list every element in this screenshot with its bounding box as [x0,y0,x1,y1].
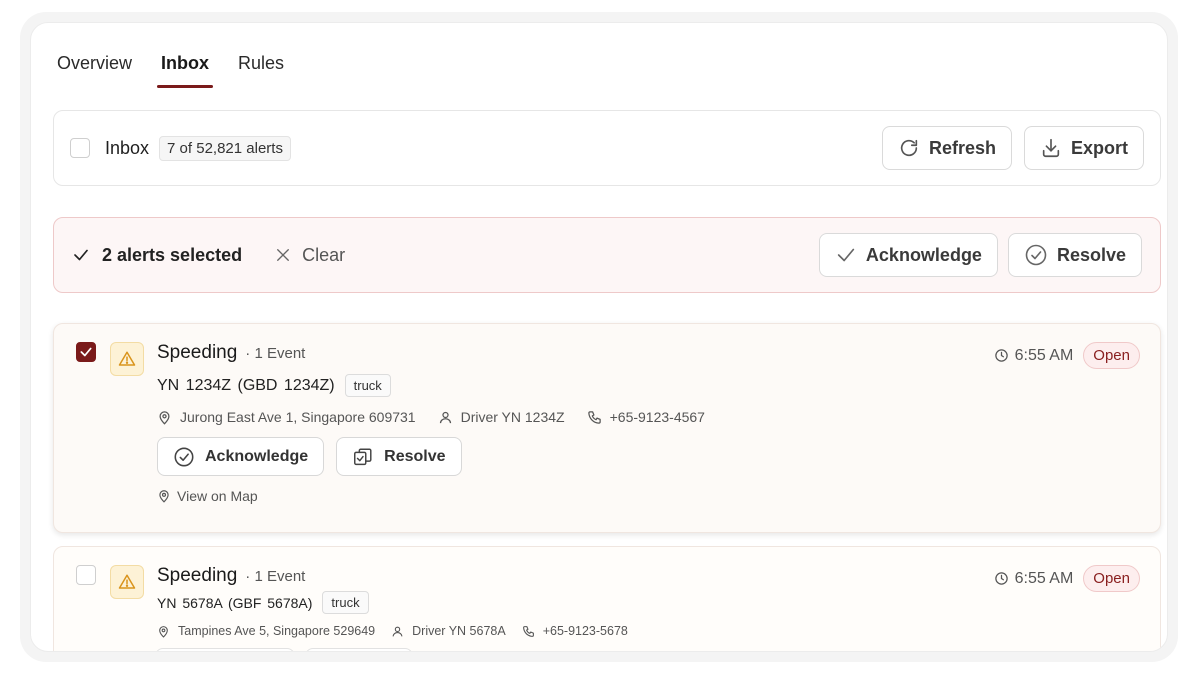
refresh-icon [898,137,920,159]
check-circle-icon [1024,243,1048,267]
alert-card[interactable]: Speeding · 1 Event YN 1234Z (GBD 1234Z) … [53,323,1161,533]
bulk-resolve-label: Resolve [1056,244,1126,265]
alert-checkbox[interactable] [76,565,96,585]
alert-location: Tampines Ave 5, Singapore 529649 [178,624,376,638]
alert-phone[interactable]: +65-9123-5678 [543,624,628,638]
view-on-map-link[interactable]: View on Map [157,488,258,504]
tab-bar: Overview Inbox Rules [53,43,309,88]
selection-bar: 2 alerts selected Clear Acknowledge Reso… [53,217,1161,293]
status-badge: Open [1083,342,1140,369]
alert-title: Speeding [157,342,238,363]
alert-location: Jurong East Ave 1, Singapore 609731 [180,409,416,425]
bulk-actions: Acknowledge Resolve [818,233,1142,277]
alert-event-count: · 1 Event [245,345,306,362]
inbox-header: Inbox 7 of 52,821 alerts Refresh Export [53,110,1161,186]
export-button[interactable]: Export [1023,126,1144,170]
main-panel: Overview Inbox Rules Inbox 7 of 52,821 a… [30,22,1168,652]
view-on-map-label: View on Map [177,488,258,504]
alert-event-count: · 1 Event [245,568,306,585]
alert-driver: Driver YN 1234Z [460,409,565,425]
phone-icon [522,625,535,638]
vehicle-id: YN 1234Z (GBD 1234Z) [157,376,335,394]
refresh-button[interactable]: Refresh [881,126,1012,170]
resolve-label: Resolve [384,447,446,465]
select-all-checkbox[interactable] [70,138,90,158]
alert-card[interactable]: Speeding · 1 Event YN 5678A (GBF 5678A) … [53,546,1161,651]
alert-meta-right: 6:55 AM Open [994,565,1140,592]
alert-title: Speeding [157,565,238,586]
alert-time: 6:55 AM [1014,569,1074,587]
app-frame: Overview Inbox Rules Inbox 7 of 52,821 a… [20,12,1178,662]
map-pin-icon [157,410,172,425]
check-icon [72,246,90,264]
alert-count-badge: 7 of 52,821 alerts [159,135,291,161]
tab-rules[interactable]: Rules [234,43,288,88]
inbox-actions: Refresh Export [881,126,1144,170]
alert-phone[interactable]: +65-9123-4567 [610,409,705,425]
user-icon [391,625,404,638]
inbox-title: Inbox [105,137,150,158]
copy-check-icon [352,446,374,468]
resolve-button[interactable]: Resolve [336,437,462,476]
warning-icon [110,342,144,376]
clock-icon [994,571,1009,586]
clear-label: Clear [302,244,346,265]
refresh-label: Refresh [928,137,996,158]
acknowledge-button[interactable] [155,648,295,651]
resolve-button[interactable] [305,648,413,651]
vehicle-type-tag: truck [322,591,369,614]
alert-time: 6:55 AM [1014,346,1074,364]
vehicle-id: YN 5678A (GBF 5678A) [157,594,313,611]
acknowledge-button[interactable]: Acknowledge [157,437,325,476]
check-circle-icon [173,446,195,468]
status-badge: Open [1083,565,1140,592]
alert-actions [155,648,994,651]
bulk-acknowledge-button[interactable]: Acknowledge [818,233,998,277]
alert-checkbox[interactable] [76,342,96,362]
warning-icon [110,565,144,599]
clear-selection-button[interactable]: Clear [274,245,345,266]
clock-icon [994,348,1009,363]
tab-overview[interactable]: Overview [53,43,136,88]
user-icon [438,410,453,425]
selected-count: 2 alerts selected [102,244,243,265]
tab-inbox[interactable]: Inbox [157,43,214,88]
phone-icon [587,410,602,425]
map-pin-icon [157,489,171,503]
bulk-acknowledge-label: Acknowledge [865,244,982,265]
acknowledge-label: Acknowledge [205,447,309,465]
check-icon [835,244,857,266]
download-icon [1040,137,1062,159]
map-pin-icon [157,625,170,638]
close-icon [274,246,292,264]
alert-driver: Driver YN 5678A [412,624,506,638]
export-label: Export [1070,137,1128,158]
vehicle-type-tag: truck [344,374,391,397]
bulk-resolve-button[interactable]: Resolve [1007,233,1142,277]
alert-meta-right: 6:55 AM Open [994,342,1140,369]
